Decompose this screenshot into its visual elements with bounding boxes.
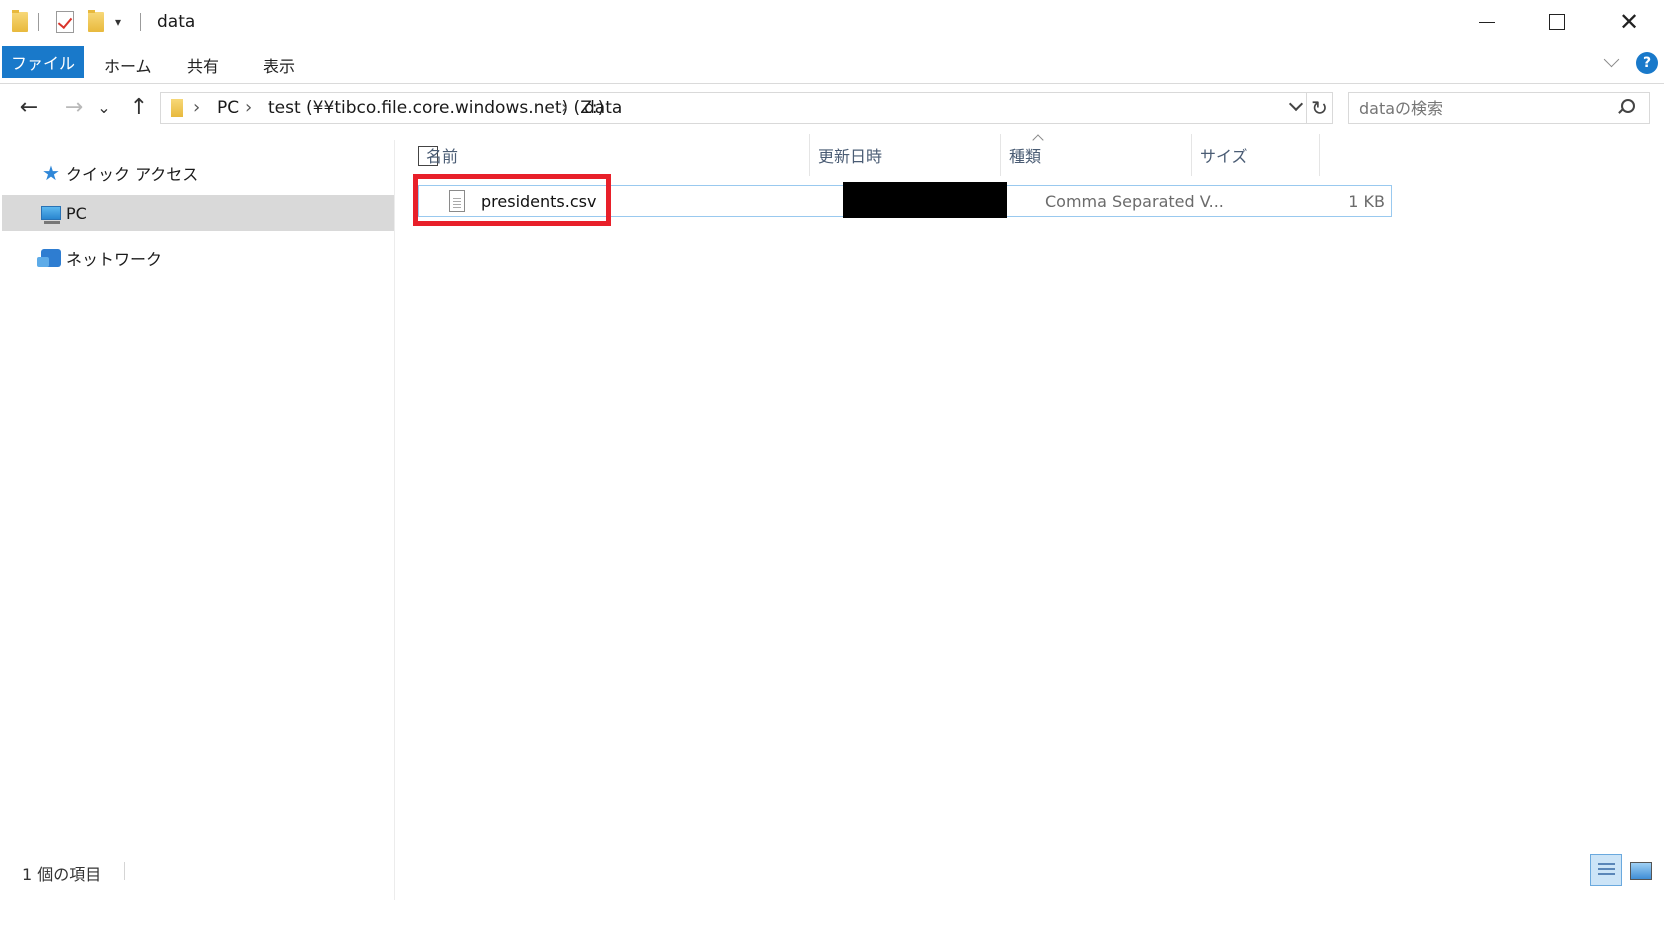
column-header-modified[interactable]: 更新日時 [810, 134, 1001, 176]
refresh-button[interactable]: ↻ [1307, 92, 1333, 124]
recent-locations-button[interactable]: ⌄ [94, 92, 114, 122]
nav-item-pc[interactable]: PC [2, 195, 394, 231]
customize-quick-access-dropdown-icon[interactable]: ▾ [115, 10, 121, 34]
quick-access-separator [38, 10, 39, 34]
forward-arrow-icon: → [64, 94, 84, 120]
breadcrumb-separator-icon: › [193, 97, 201, 118]
status-bar: 1 個の項目 [0, 852, 1664, 892]
breadcrumb-separator-icon: › [245, 97, 253, 118]
maximize-button[interactable] [1522, 0, 1592, 44]
redacted-modified-date [843, 182, 1007, 218]
nav-item-network[interactable]: ネットワーク [2, 240, 394, 276]
folder-icon[interactable] [12, 10, 28, 34]
column-name-label: 名前 [426, 147, 459, 166]
nav-item-quick-access[interactable]: ★ クイック アクセス [2, 155, 394, 191]
minimize-icon [1479, 21, 1495, 23]
column-header-name[interactable]: 名前 [400, 134, 810, 176]
search-box[interactable] [1348, 92, 1650, 124]
red-highlight-annotation [413, 174, 611, 226]
search-input[interactable] [1359, 97, 1609, 119]
address-dropdown-icon[interactable] [1288, 99, 1304, 115]
navigation-pane: ★ クイック アクセス PC ネットワーク [0, 140, 395, 900]
back-button[interactable]: ← [14, 92, 44, 122]
ribbon-tabs: ファイル ホーム 共有 表示 ? [0, 44, 1664, 84]
title-bar: ▾ data ✕ [0, 0, 1664, 44]
tab-home[interactable]: ホーム [104, 53, 152, 77]
column-header-size[interactable]: サイズ [1192, 134, 1320, 176]
pc-icon [40, 202, 62, 224]
search-icon[interactable] [1617, 99, 1635, 115]
column-type-label: 種類 [1009, 147, 1042, 166]
properties-check-icon[interactable] [56, 10, 74, 34]
file-row[interactable]: presidents.csv Comma Separated V... 1 KB [413, 174, 1392, 226]
expand-ribbon-chevron-icon[interactable] [1603, 52, 1623, 72]
star-icon: ★ [42, 161, 60, 185]
network-icon [37, 247, 62, 269]
tab-share[interactable]: 共有 [187, 53, 219, 77]
details-view-icon[interactable] [1590, 854, 1622, 886]
column-modified-label: 更新日時 [818, 147, 883, 166]
help-icon[interactable]: ? [1636, 52, 1658, 74]
up-arrow-icon: ↑ [129, 94, 149, 120]
navigation-bar: ← → ⌄ ↑ › PC › test (¥¥tibco.file.core.w… [0, 88, 1664, 128]
breadcrumb-drive[interactable]: test (¥¥tibco.file.core.windows.net) (Z:… [268, 98, 604, 118]
close-icon: ✕ [1618, 8, 1640, 36]
tab-file[interactable]: ファイル [2, 46, 84, 78]
new-folder-icon[interactable] [88, 10, 104, 34]
up-button[interactable]: ↑ [124, 92, 154, 122]
address-bar[interactable]: › PC › test (¥¥tibco.file.core.windows.n… [160, 92, 1307, 124]
address-folder-icon [171, 99, 183, 117]
title-separator [140, 10, 141, 34]
file-type: Comma Separated V... [1045, 192, 1224, 211]
large-icons-view-icon[interactable] [1628, 858, 1652, 882]
nav-item-label: ネットワーク [66, 250, 163, 269]
column-size-label: サイズ [1200, 147, 1248, 166]
minimize-button[interactable] [1452, 0, 1522, 44]
window-title: data [157, 12, 196, 32]
refresh-icon: ↻ [1311, 96, 1328, 120]
tab-view[interactable]: 表示 [263, 53, 295, 77]
forward-button[interactable]: → [59, 92, 89, 122]
column-header-type[interactable]: 種類 [1001, 134, 1192, 176]
maximize-icon [1549, 14, 1565, 30]
file-size: 1 KB [1348, 192, 1385, 211]
nav-item-label: クイック アクセス [66, 165, 199, 184]
file-list: 名前 更新日時 種類 サイズ presidents.csv Comma Sepa… [400, 134, 1664, 904]
breadcrumb-pc[interactable]: PC [217, 98, 239, 118]
breadcrumb-separator-icon: › [561, 97, 569, 118]
breadcrumb-data[interactable]: data [584, 98, 622, 118]
back-arrow-icon: ← [19, 94, 39, 120]
chevron-down-icon: ⌄ [97, 97, 111, 117]
nav-item-label: PC [66, 203, 87, 223]
status-separator [124, 862, 125, 880]
close-button[interactable]: ✕ [1594, 0, 1664, 44]
item-count: 1 個の項目 [22, 865, 102, 884]
